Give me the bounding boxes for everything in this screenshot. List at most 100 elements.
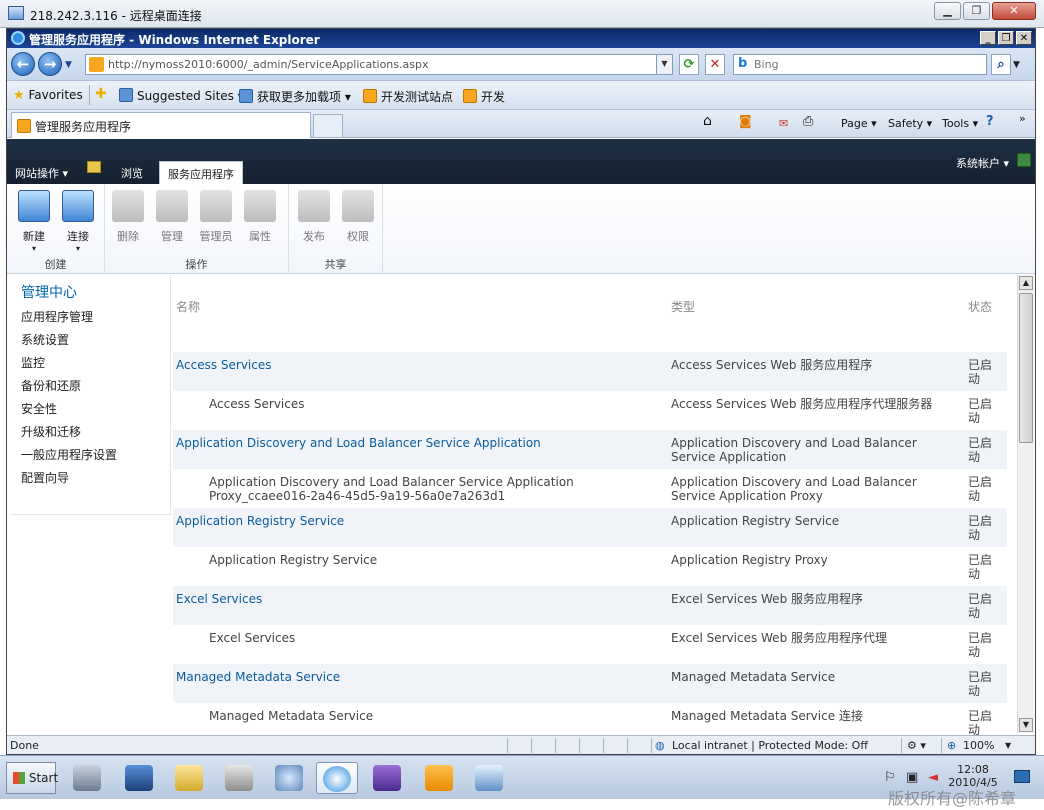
scroll-up-icon[interactable]: ▲ <box>1019 276 1033 290</box>
stop-button[interactable]: ✕ <box>705 54 725 75</box>
table-row[interactable]: Application Registry Service Application … <box>173 508 1007 547</box>
table-row[interactable]: Application Registry Service Application … <box>173 547 1007 586</box>
nav-title-central-admin[interactable]: 管理中心 <box>21 282 77 302</box>
server-manager-icon[interactable] <box>66 762 108 794</box>
chevron-icon[interactable]: » <box>1019 112 1026 125</box>
search-icon[interactable]: ⌕ <box>991 54 1011 75</box>
internet-explorer-icon[interactable] <box>316 762 358 794</box>
history-dropdown-icon[interactable]: ▼ <box>65 60 72 70</box>
back-button[interactable]: ← <box>11 52 35 76</box>
manage-button[interactable]: 管理 <box>151 190 193 244</box>
safety-menu[interactable]: Safety ▾ <box>888 117 932 130</box>
service-app-name[interactable]: Application Discovery and Load Balancer … <box>176 436 541 450</box>
delete-button[interactable]: 删除 <box>107 190 149 244</box>
table-row[interactable]: Excel Services Excel Services Web 服务应用程序 已… <box>173 586 1007 625</box>
dev-link[interactable]: 开发 <box>463 88 505 105</box>
nav-item-upgrade-migration[interactable]: 升级和迁移 <box>21 423 81 440</box>
new-button[interactable]: 新建 ▾ <box>13 190 55 253</box>
visual-studio-icon[interactable] <box>366 762 408 794</box>
tab-service-applications[interactable]: 服务应用程序 <box>159 161 243 184</box>
get-addons-link[interactable]: 获取更多加载项 ▾ <box>239 88 351 105</box>
show-desktop-icon[interactable] <box>1014 770 1030 783</box>
ie-close-button[interactable]: ✕ <box>1016 31 1032 45</box>
service-app-name[interactable]: Access Services <box>176 358 272 372</box>
admin-tools-icon[interactable] <box>218 762 260 794</box>
page-menu[interactable]: Page ▾ <box>841 117 877 130</box>
nav-item-security[interactable]: 安全性 <box>21 400 57 417</box>
properties-button[interactable]: 属性 <box>239 190 281 244</box>
table-row[interactable]: Access Services Access Services Web 服务应用程… <box>173 391 1007 430</box>
nav-item-monitoring[interactable]: 监控 <box>21 354 45 371</box>
network-icon[interactable] <box>468 762 510 794</box>
start-button[interactable]: Start <box>6 762 58 794</box>
permissions-button[interactable]: 权限 <box>337 190 379 244</box>
star-icon: ★ <box>13 88 25 103</box>
service-app-name[interactable]: Application Registry Service <box>176 514 344 528</box>
refresh-button[interactable]: ⟳ <box>679 54 699 75</box>
new-tab-button[interactable] <box>313 114 343 138</box>
nav-item-app-management[interactable]: 应用程序管理 <box>21 308 93 325</box>
nav-item-config-wizards[interactable]: 配置向导 <box>21 469 69 486</box>
service-app-type: Application Discovery and Load Balancer … <box>671 475 917 503</box>
address-dropdown-icon[interactable]: ▼ <box>656 55 672 74</box>
scroll-thumb[interactable] <box>1019 293 1033 443</box>
publish-button[interactable]: 发布 <box>293 190 335 244</box>
ie-restore-button[interactable]: ❐ <box>998 31 1014 45</box>
excel-icon[interactable] <box>1017 153 1031 167</box>
column-header-type[interactable]: 类型 <box>671 298 695 315</box>
tab-browse[interactable]: 浏览 <box>113 161 151 185</box>
table-row[interactable]: Managed Metadata Service Managed Metadata… <box>173 664 1007 703</box>
tools-menu[interactable]: Tools ▾ <box>942 117 978 130</box>
services-icon[interactable] <box>268 762 310 794</box>
table-row[interactable]: Application Discovery and Load Balancer … <box>173 469 1007 508</box>
table-row[interactable]: Application Discovery and Load Balancer … <box>173 430 1007 469</box>
print-icon[interactable]: ⎙ <box>803 114 813 129</box>
nav-item-system-settings[interactable]: 系统设置 <box>21 331 69 348</box>
ie-minimize-button[interactable]: _ <box>980 31 996 45</box>
security-zone[interactable]: Local intranet | Protected Mode: Off <box>672 739 868 752</box>
home-icon[interactable]: ⌂ <box>703 113 712 129</box>
scroll-down-icon[interactable]: ▼ <box>1019 718 1033 732</box>
zoom-dropdown-icon[interactable]: ▼ <box>1005 741 1011 750</box>
column-header-name[interactable]: 名称 <box>176 298 200 315</box>
feeds-icon[interactable]: ◙ <box>739 114 752 129</box>
forward-button[interactable]: → <box>38 52 62 76</box>
administrators-button[interactable]: 管理员 <box>195 190 237 244</box>
nav-item-general-settings[interactable]: 一般应用程序设置 <box>21 446 117 463</box>
search-options-dropdown-icon[interactable]: ▼ <box>1013 60 1020 70</box>
site-actions-menu[interactable]: 网站操作 ▾ <box>15 165 68 181</box>
help-icon[interactable]: ? <box>986 114 994 129</box>
service-app-name[interactable]: Excel Services <box>176 592 262 606</box>
rdp-restore-button[interactable]: ❐ <box>963 2 990 20</box>
browser-tab[interactable]: 管理服务应用程序 <box>11 112 311 138</box>
dev-test-site-link[interactable]: 开发测试站点 <box>363 88 453 105</box>
service-app-name[interactable]: Managed Metadata Service <box>176 670 340 684</box>
table-row[interactable]: Excel Services Excel Services Web 服务应用程序代… <box>173 625 1007 664</box>
search-input[interactable]: b Bing <box>733 54 987 75</box>
column-header-status[interactable]: 状态 <box>968 298 992 315</box>
suggested-sites-link[interactable]: Suggested Sites ▾ <box>119 88 244 103</box>
action-center-flag-icon[interactable]: ⚐ <box>884 770 896 785</box>
zoom-level[interactable]: 100% <box>963 739 994 752</box>
powershell-icon[interactable] <box>118 762 160 794</box>
favorites-button[interactable]: ★ Favorites <box>13 88 83 103</box>
rdp-close-button[interactable]: ✕ <box>992 2 1036 20</box>
network-tray-icon[interactable]: ▣ <box>906 770 918 785</box>
user-menu[interactable]: 系统帐户 ▾ <box>956 155 1009 171</box>
connect-button[interactable]: 连接 ▾ <box>57 190 99 253</box>
volume-muted-icon[interactable]: ◄ <box>928 770 938 785</box>
explorer-icon[interactable] <box>168 762 210 794</box>
navigate-up-icon[interactable] <box>87 161 101 173</box>
mail-icon[interactable]: ✉ <box>779 117 788 130</box>
address-bar[interactable]: http://nymoss2010:6000/_admin/ServiceApp… <box>85 54 673 75</box>
protected-mode-icon[interactable]: ⚙ ▾ <box>907 739 926 752</box>
vertical-scrollbar[interactable]: ▲ ▼ <box>1017 275 1034 733</box>
permissions-icon <box>342 190 374 222</box>
table-row[interactable]: Managed Metadata Service Managed Metadata… <box>173 703 1007 735</box>
nav-item-backup-restore[interactable]: 备份和还原 <box>21 377 81 394</box>
add-favorite-icon[interactable]: ✚ <box>95 86 107 102</box>
sharepoint-designer-icon[interactable] <box>418 762 460 794</box>
rdp-minimize-button[interactable]: ▁ <box>934 2 961 20</box>
table-row[interactable]: Access Services Access Services Web 服务应用程… <box>173 352 1007 391</box>
service-app-status: 已启动 <box>968 553 993 581</box>
